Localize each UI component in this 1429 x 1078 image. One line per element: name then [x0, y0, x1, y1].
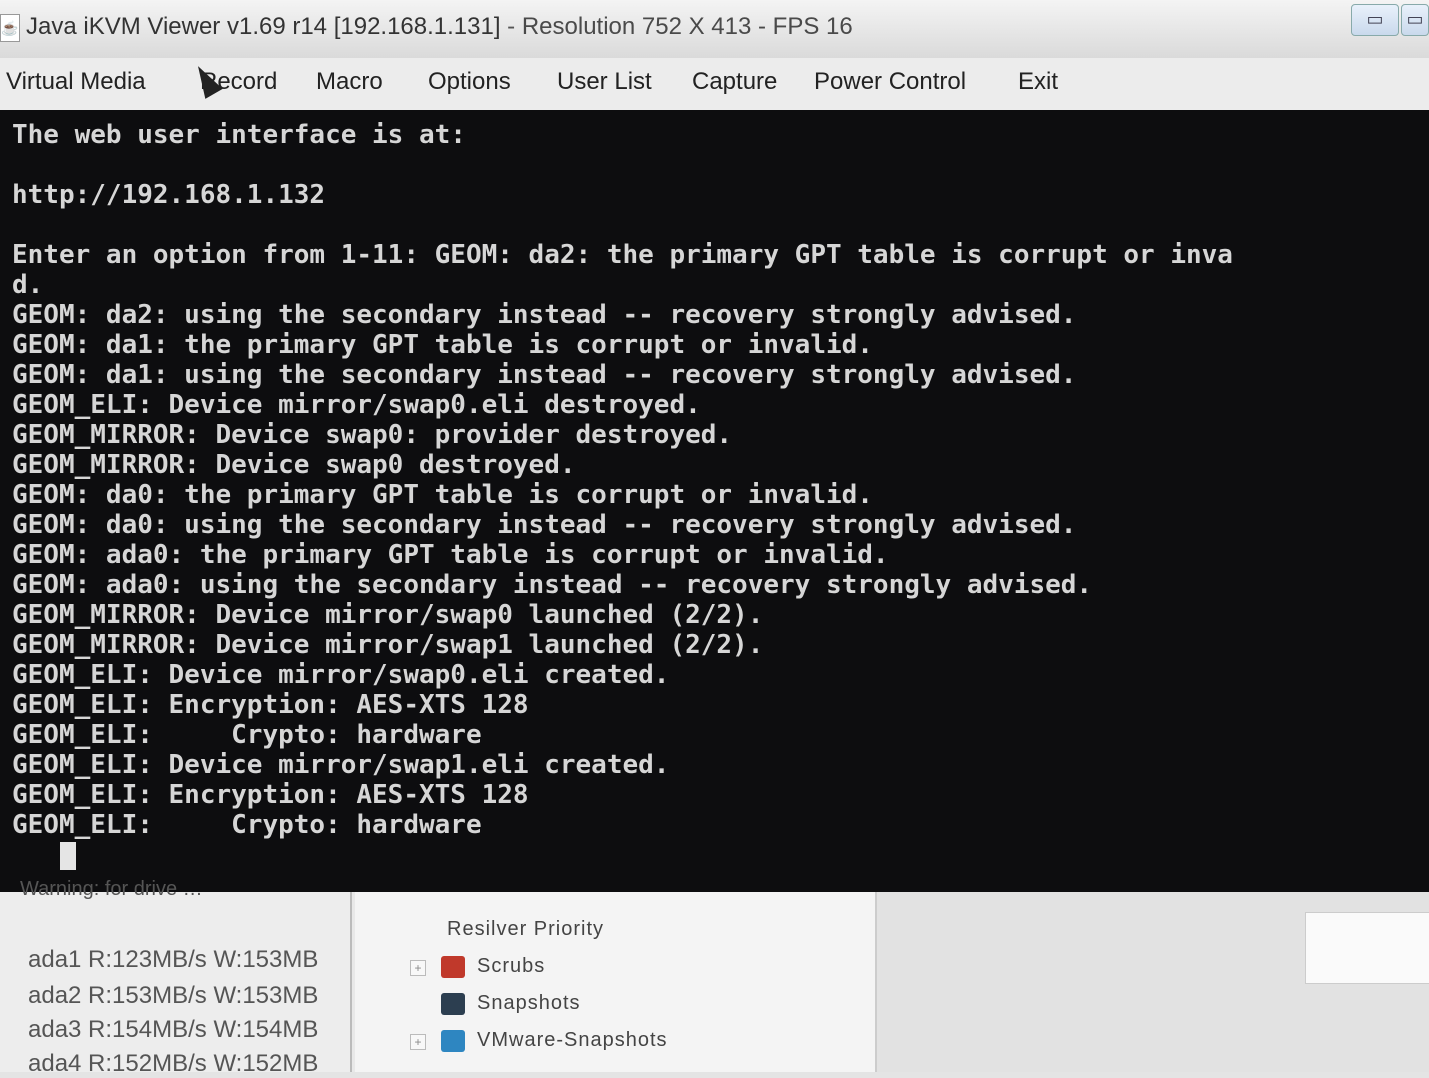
menu-power-control[interactable]: Power Control [814, 68, 966, 96]
tree-item-vmware-snapshots[interactable]: VMware-Snapshots [477, 1029, 668, 1052]
tree-item-snapshots[interactable]: Snapshots [477, 992, 581, 1015]
console-line: GEOM_MIRROR: Device mirror/swap1 launche… [12, 630, 764, 660]
kvm-console-screen[interactable]: The web user interface is at: http://192… [0, 110, 1429, 892]
console-line: GEOM_MIRROR: Device mirror/swap0 launche… [12, 600, 764, 630]
console-line: http://192.168.1.132 [12, 180, 326, 210]
console-line: GEOM_ELI: Crypto: hardware [12, 810, 482, 840]
java-app-icon: ☕ [0, 14, 20, 42]
menu-macro[interactable]: Macro [316, 68, 383, 96]
console-line: GEOM: da2: using the secondary instead -… [12, 300, 1077, 330]
vmware-icon [441, 1030, 465, 1052]
menu-capture[interactable]: Capture [692, 68, 777, 96]
console-line: GEOM: da1: using the secondary instead -… [12, 360, 1077, 390]
menu-options[interactable]: Options [428, 68, 511, 96]
content-panel [877, 892, 1429, 1072]
disk-stat-line: ada2 R:153MB/s W:153MB [28, 982, 319, 1009]
console-line: GEOM_ELI: Encryption: AES-XTS 128 [12, 780, 529, 810]
console-line: GEOM_MIRROR: Device swap0 destroyed. [12, 450, 576, 480]
console-line: GEOM: da0: the primary GPT table is corr… [12, 480, 873, 510]
tree-item-resilver-priority[interactable]: Resilver Priority [447, 918, 604, 941]
title-main: Java iKVM Viewer v1.69 r14 [192.168.1.13… [26, 13, 501, 40]
calendar-icon [441, 956, 465, 978]
title-separator: - [500, 13, 522, 40]
menu-exit[interactable]: Exit [1018, 68, 1058, 96]
console-line: Enter an option from 1-11: GEOM: da2: th… [12, 240, 1233, 270]
console-line: GEOM_ELI: Device mirror/swap1.eli create… [12, 750, 670, 780]
tree-item-scrubs[interactable]: Scrubs [477, 955, 545, 978]
console-output: The web user interface is at: http://192… [12, 120, 1233, 840]
console-line: GEOM: da0: using the secondary instead -… [12, 510, 1077, 540]
text-cursor [60, 842, 76, 870]
window-title: Java iKVM Viewer v1.69 r14 [192.168.1.13… [26, 13, 853, 41]
restore-button[interactable]: ▭ [1401, 4, 1429, 36]
disk-stat-line: ada4 R:152MB/s W:152MB [28, 1050, 319, 1077]
camera-icon [441, 993, 465, 1015]
minimize-button[interactable]: ▭ [1351, 4, 1399, 36]
disk-stat-line: ada1 R:123MB/s W:153MB [28, 946, 319, 973]
console-line: GEOM: ada0: the primary GPT table is cor… [12, 540, 889, 570]
expand-icon[interactable]: + [410, 960, 426, 976]
console-line: GEOM_ELI: Crypto: hardware [12, 720, 482, 750]
expand-icon[interactable]: + [410, 1034, 426, 1050]
menu-virtual-media[interactable]: Virtual Media [6, 68, 146, 96]
menu-user-list[interactable]: User List [557, 68, 652, 96]
console-line: The web user interface is at: [12, 120, 466, 150]
console-line: d. [12, 270, 44, 300]
disk-stats-panel: Warning: for drive … ada1 R:123MB/s W:15… [0, 878, 352, 1077]
side-box [1305, 912, 1429, 984]
background-app: Warning: for drive … ada1 R:123MB/s W:15… [0, 878, 1429, 1077]
disk-stat-line: ada3 R:154MB/s W:154MB [28, 1016, 319, 1043]
window-controls: ▭ ▭ [1351, 4, 1429, 36]
navigation-tree: Resilver Priority + Scrubs Snapshots + V… [355, 892, 877, 1072]
title-status: Resolution 752 X 413 - FPS 16 [521, 13, 853, 40]
warning-text: Warning: for drive … [20, 878, 203, 900]
console-line: GEOM: da1: the primary GPT table is corr… [12, 330, 873, 360]
window-titlebar: ☕ Java iKVM Viewer v1.69 r14 [192.168.1.… [0, 0, 1429, 59]
console-line: GEOM_ELI: Encryption: AES-XTS 128 [12, 690, 529, 720]
console-line: GEOM: ada0: using the secondary instead … [12, 570, 1093, 600]
console-line: GEOM_MIRROR: Device swap0: provider dest… [12, 420, 733, 450]
console-line: GEOM_ELI: Device mirror/swap0.eli create… [12, 660, 670, 690]
console-line: GEOM_ELI: Device mirror/swap0.eli destro… [12, 390, 701, 420]
